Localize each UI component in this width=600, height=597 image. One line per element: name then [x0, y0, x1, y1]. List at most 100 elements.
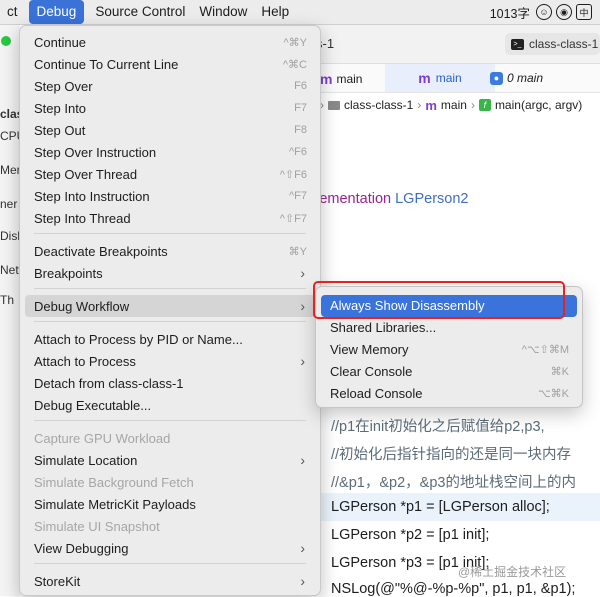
code-comment: //&p1，&p2，&p3的地址栈空间上的内 [331, 475, 576, 491]
nav-fragment: Netw [0, 263, 20, 277]
menu-item-debug-executable[interactable]: Debug Executable... [25, 394, 315, 416]
menu-item-label: Continue To Current Line [34, 56, 179, 72]
jump-item-main[interactable]: m main [320, 71, 362, 87]
menu-shortcut: F8 [294, 124, 307, 136]
function-icon: f [478, 99, 491, 111]
submenu-item-always-show-disassembly[interactable]: Always Show Disassembly [321, 295, 577, 317]
m-file-icon: m [425, 97, 437, 113]
menu-shortcut: ^F6 [289, 146, 307, 158]
nav-fragment: CPU [0, 129, 20, 143]
breadcrumb-file[interactable]: main [441, 98, 467, 112]
input-method-icon[interactable]: 中 [576, 4, 592, 20]
chevron-right-icon: › [300, 353, 305, 369]
nav-fragment: ner [0, 197, 18, 211]
menu-item-label: Step Into [34, 100, 87, 116]
editor-tab-console[interactable]: >_ class-class-1 [505, 33, 600, 55]
menu-item-label: Step Over [34, 78, 93, 94]
menu-item-label: Debug Workflow [34, 298, 130, 314]
code-comment: //初始化后指针指向的还是同一块内存 [331, 447, 572, 463]
menu-item-breakpoints[interactable]: Breakpoints › [25, 262, 315, 284]
menu-separator [34, 233, 306, 234]
menu-item-label: Clear Console [330, 364, 413, 379]
menu-item-label: Continue [34, 34, 87, 50]
menu-item-step-out[interactable]: Step Out F8 [25, 119, 315, 141]
navigator-pane: clas CPU Mem ner Disk Netw Th [0, 25, 21, 596]
menu-window[interactable]: Window [192, 0, 254, 24]
menu-item-view-debugging[interactable]: View Debugging › [25, 537, 315, 559]
person-icon: ● [490, 71, 503, 85]
jump-item-main-selected[interactable]: m main [385, 64, 495, 92]
menu-item-label: Debug Executable... [34, 397, 152, 413]
menu-source-control[interactable]: Source Control [88, 0, 192, 24]
menu-separator [34, 321, 306, 322]
breadcrumb-folder[interactable]: class-class-1 [344, 98, 413, 112]
menu-item-debug-workflow[interactable]: Debug Workflow › [25, 295, 315, 317]
code-comment: //p1在init初始化之后赋值给p2,p3, [331, 419, 545, 435]
menu-item-label: Simulate Location [34, 452, 138, 468]
menu-item-label: Attach to Process [34, 353, 136, 369]
menu-item-step-into-instruction[interactable]: Step Into Instruction ^F7 [25, 185, 315, 207]
submenu-item-shared-libraries[interactable]: Shared Libraries... [321, 317, 577, 339]
status-area: 1013字 ☺ ◉ 中 [490, 0, 592, 24]
wechat-icon[interactable]: ◉ [556, 4, 572, 20]
menu-item-label: Attach to Process by PID or Name... [34, 331, 243, 347]
menu-item-label: Step Over Instruction [34, 144, 157, 160]
menu-shortcut: ⌥⌘K [537, 388, 569, 400]
m-file-icon: m [418, 70, 431, 86]
folder-icon [328, 100, 340, 110]
menu-help[interactable]: Help [254, 0, 296, 24]
menu-item-label: Step Over Thread [34, 166, 138, 182]
code-line: LGPerson *p1 = [LGPerson alloc]; [331, 499, 550, 515]
menu-product[interactable]: ct [0, 0, 25, 24]
breadcrumb-function[interactable]: main(argc, argv) [495, 98, 582, 112]
nav-fragment: Th [0, 293, 15, 307]
menu-item-step-over-instruction[interactable]: Step Over Instruction ^F6 [25, 141, 315, 163]
jump-label: 0 main [507, 71, 544, 85]
submenu-item-clear-console[interactable]: Clear Console ⌘K [321, 361, 577, 383]
menu-item-label: Step Into Thread [34, 210, 131, 226]
smiley-icon[interactable]: ☺ [536, 4, 552, 20]
menu-shortcut: ^F7 [289, 190, 307, 202]
menu-item-label: View Memory [330, 342, 409, 357]
menu-shortcut: ^⇧F6 [279, 168, 307, 181]
word-count-status[interactable]: 1013字 [490, 3, 530, 22]
menu-shortcut: ^⌘Y [283, 36, 308, 49]
jump-item-counterpart[interactable]: ● 0 main [490, 71, 543, 85]
menu-item-step-into-thread[interactable]: Step Into Thread ^⇧F7 [25, 207, 315, 229]
menu-item-label: Simulate UI Snapshot [34, 518, 160, 534]
menu-item-attach-by-pid[interactable]: Attach to Process by PID or Name... [25, 328, 315, 350]
menu-shortcut: ^⇧F7 [279, 212, 307, 225]
menu-item-simulate-location[interactable]: Simulate Location › [25, 449, 315, 471]
menu-item-label: Reload Console [330, 386, 423, 401]
menu-item-deactivate-breakpoints[interactable]: Deactivate Breakpoints ⌘Y [25, 240, 315, 262]
menu-item-label: Step Into Instruction [34, 188, 150, 204]
menu-separator [34, 288, 306, 289]
nav-fragment: Disk [0, 229, 20, 243]
menu-item-label: Shared Libraries... [330, 320, 437, 335]
menu-item-simulate-metrickit[interactable]: Simulate MetricKit Payloads [25, 493, 315, 515]
menu-item-step-over[interactable]: Step Over F6 [25, 75, 315, 97]
menu-item-attach-to-process[interactable]: Attach to Process › [25, 350, 315, 372]
chevron-right-icon: › [300, 540, 305, 556]
submenu-item-view-memory[interactable]: View Memory ^⌥⇧⌘M [321, 339, 577, 361]
menu-item-continue-to-current-line[interactable]: Continue To Current Line ^⌘C [25, 53, 315, 75]
menu-item-storekit[interactable]: StoreKit › [25, 570, 315, 592]
menu-item-label: Always Show Disassembly [330, 298, 485, 313]
menu-shortcut: ⌘K [550, 366, 569, 378]
chevron-right-icon: › [470, 98, 475, 112]
code-line: NSLog(@"%@-%p-%p", p1, p1, &p1); [331, 581, 576, 597]
menu-item-detach[interactable]: Detach from class-class-1 [25, 372, 315, 394]
watermark: @稀土掘金技术社区 [458, 565, 567, 579]
chevron-right-icon: › [300, 265, 305, 281]
menu-item-simulate-ui-snapshot: Simulate UI Snapshot [25, 515, 315, 537]
menu-item-label: StoreKit [34, 573, 81, 589]
jump-bar: m main m main ● 0 main [300, 64, 600, 93]
submenu-item-reload-console[interactable]: Reload Console ⌥⌘K [321, 383, 577, 405]
menu-debug[interactable]: Debug [28, 0, 85, 24]
menu-item-continue[interactable]: Continue ^⌘Y [25, 31, 315, 53]
menu-item-step-into[interactable]: Step Into F7 [25, 97, 315, 119]
menu-shortcut: ^⌘C [282, 58, 307, 71]
menu-item-step-over-thread[interactable]: Step Over Thread ^⇧F6 [25, 163, 315, 185]
terminal-icon: >_ [511, 38, 524, 50]
menu-shortcut: F6 [294, 80, 307, 92]
